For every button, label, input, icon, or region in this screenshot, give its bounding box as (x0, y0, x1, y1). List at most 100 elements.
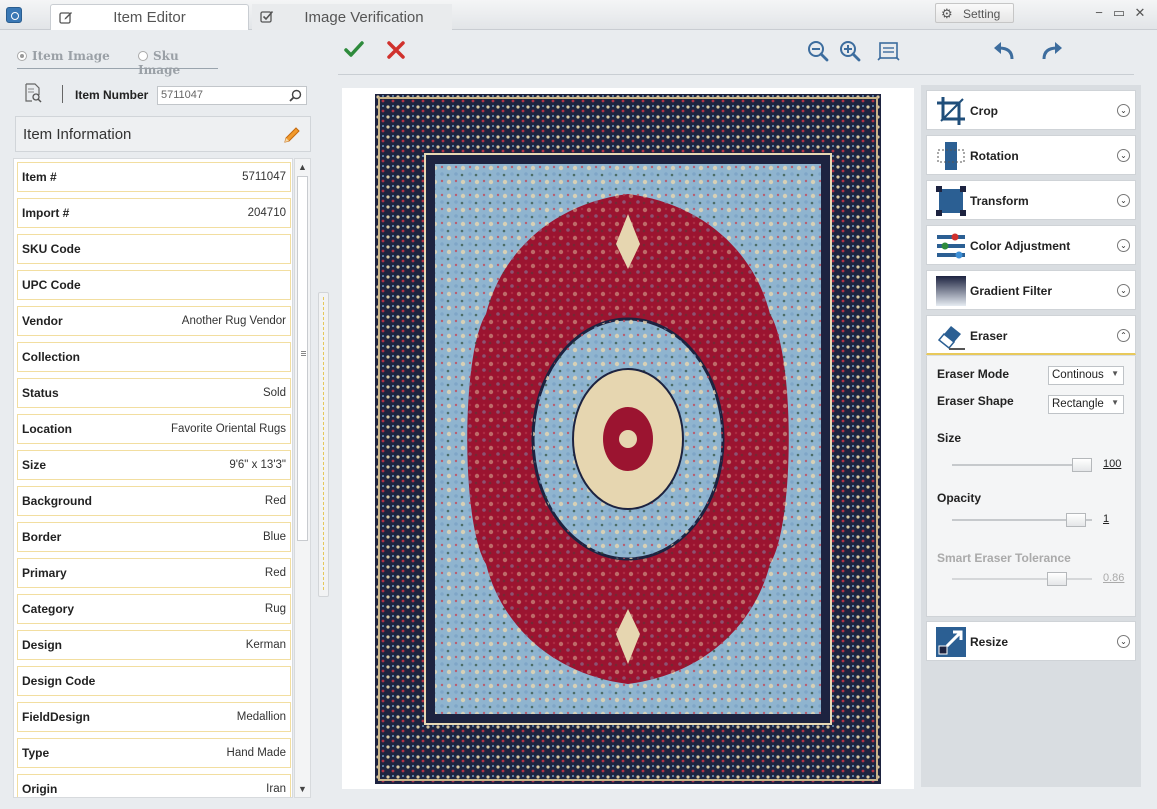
rotation-icon (937, 142, 965, 170)
field-status[interactable]: Status Sold (17, 378, 291, 408)
pencil-icon[interactable] (282, 125, 302, 145)
tools-panel: Crop ⌄ Rotation ⌄ Transform ⌄ Color Adju… (921, 85, 1141, 787)
panel-splitter[interactable] (318, 292, 329, 597)
transform-icon (936, 186, 966, 216)
sku-image-radio[interactable]: Sku Image (138, 49, 218, 77)
field-location[interactable]: Location Favorite Oriental Rugs (17, 414, 291, 444)
rotation-section[interactable]: Rotation ⌄ (926, 135, 1136, 175)
close-button[interactable]: ✕ (1133, 6, 1147, 20)
scroll-up-icon[interactable]: ▲ (295, 159, 310, 175)
crop-icon (937, 97, 965, 125)
eraser-section[interactable]: Eraser ⌃ (926, 315, 1136, 355)
field-value: Kerman (245, 639, 286, 651)
radio-dot (17, 51, 27, 61)
image-canvas[interactable] (342, 88, 914, 789)
eraser-settings: Eraser Mode Continous ▼ Eraser Shape Rec… (926, 356, 1136, 617)
tab-item-editor[interactable]: Item Editor (50, 4, 249, 30)
field-collection[interactable]: Collection (17, 342, 291, 372)
tab-item-editor-label: Item Editor (113, 9, 186, 26)
chevron-up-icon[interactable]: ⌃ (1117, 329, 1130, 342)
color-adjustment-section[interactable]: Color Adjustment ⌄ (926, 225, 1136, 265)
slider-thumb[interactable] (1066, 513, 1086, 527)
eraser-shape-value: Rectangle (1052, 398, 1104, 410)
checkbox-icon (260, 10, 274, 23)
chevron-down-icon[interactable]: ⌄ (1117, 149, 1130, 162)
size-slider[interactable] (952, 458, 1092, 472)
field-label: Primary (22, 566, 67, 580)
gradient-filter-label: Gradient Filter (970, 284, 1053, 298)
field-label: Location (22, 422, 72, 436)
item-number-input[interactable]: 5711047 (157, 86, 307, 105)
eraser-shape-select[interactable]: Rectangle ▼ (1048, 395, 1124, 414)
minimize-button[interactable]: − (1092, 6, 1106, 20)
eraser-label: Eraser (970, 329, 1008, 343)
field-upc-code[interactable]: UPC Code (17, 270, 291, 300)
slider-thumb[interactable] (1072, 458, 1092, 472)
chevron-down-icon[interactable]: ⌄ (1117, 635, 1130, 648)
resize-section[interactable]: Resize ⌄ (926, 621, 1136, 661)
field-label: Origin (22, 782, 58, 796)
eraser-mode-value: Continous (1052, 369, 1104, 381)
search-icon[interactable] (289, 89, 302, 102)
field-list-scrollbar[interactable]: ▲ ▼ (294, 158, 311, 798)
resize-label: Resize (970, 635, 1009, 649)
field-origin[interactable]: Origin Iran (17, 774, 291, 797)
smart-eraser-tolerance-slider[interactable] (952, 572, 1092, 586)
field-design[interactable]: Design Kerman (17, 630, 291, 660)
document-search-icon[interactable] (24, 83, 42, 103)
chevron-down-icon[interactable]: ⌄ (1117, 194, 1130, 207)
zoom-in-icon[interactable] (839, 40, 861, 62)
field-label: Design (22, 638, 63, 652)
field-field-design[interactable]: FieldDesign Medallion (17, 702, 291, 732)
left-panel: Item Image Sku Image Item Number 5711047… (0, 30, 329, 809)
gradient-filter-section[interactable]: Gradient Filter ⌄ (926, 270, 1136, 310)
field-value: Iran (266, 783, 286, 795)
field-import-number[interactable]: Import # 204710 (17, 198, 291, 228)
field-border[interactable]: Border Blue (17, 522, 291, 552)
setting-button[interactable]: ⚙ Setting (935, 3, 1014, 23)
opacity-slider[interactable] (952, 513, 1092, 527)
x-icon[interactable] (387, 41, 405, 59)
field-primary[interactable]: Primary Red (17, 558, 291, 588)
color-adjustment-label: Color Adjustment (970, 239, 1071, 253)
dropdown-arrow-icon: ▼ (1111, 369, 1119, 378)
fit-page-icon[interactable] (877, 40, 901, 62)
chevron-down-icon[interactable]: ⌄ (1117, 239, 1130, 252)
scrollbar-thumb[interactable] (297, 176, 308, 541)
chevron-down-icon[interactable]: ⌄ (1117, 284, 1130, 297)
eraser-mode-select[interactable]: Continous ▼ (1048, 366, 1124, 385)
slider-thumb[interactable] (1047, 572, 1067, 586)
field-label: Type (22, 746, 50, 760)
field-value: 9'6" x 13'3" (229, 459, 286, 471)
rotation-label: Rotation (970, 149, 1019, 163)
field-value: Hand Made (226, 747, 286, 759)
field-sku-code[interactable]: SKU Code (17, 234, 291, 264)
item-image-radio[interactable]: Item Image (17, 49, 110, 63)
field-vendor[interactable]: Vendor Another Rug Vendor (17, 306, 291, 336)
field-label: SKU Code (22, 242, 81, 256)
dropdown-arrow-icon: ▼ (1111, 398, 1119, 407)
undo-icon[interactable] (992, 40, 1016, 62)
rug-image[interactable] (375, 94, 881, 784)
field-type[interactable]: Type Hand Made (17, 738, 291, 768)
field-design-code[interactable]: Design Code (17, 666, 291, 696)
field-background[interactable]: Background Red (17, 486, 291, 516)
field-label: Border (22, 530, 62, 544)
gear-icon: ⚙ (941, 6, 953, 21)
maximize-button[interactable]: ▭ (1112, 6, 1126, 20)
scroll-down-icon[interactable]: ▼ (295, 781, 310, 797)
tab-image-verification[interactable]: Image Verification (252, 4, 452, 30)
field-category[interactable]: Category Rug (17, 594, 291, 624)
field-label: FieldDesign (22, 710, 91, 724)
crop-section[interactable]: Crop ⌄ (926, 90, 1136, 130)
zoom-out-icon[interactable] (807, 40, 829, 62)
field-value: Blue (262, 531, 286, 543)
title-bar: Item Editor Image Verification ⚙ Setting… (0, 0, 1157, 30)
redo-icon[interactable] (1040, 40, 1064, 62)
check-icon[interactable] (344, 40, 364, 60)
field-item-number[interactable]: Item # 5711047 (17, 162, 291, 192)
field-label: Design Code (22, 674, 96, 688)
transform-section[interactable]: Transform ⌄ (926, 180, 1136, 220)
field-size[interactable]: Size 9'6" x 13'3" (17, 450, 291, 480)
chevron-down-icon[interactable]: ⌄ (1117, 104, 1130, 117)
